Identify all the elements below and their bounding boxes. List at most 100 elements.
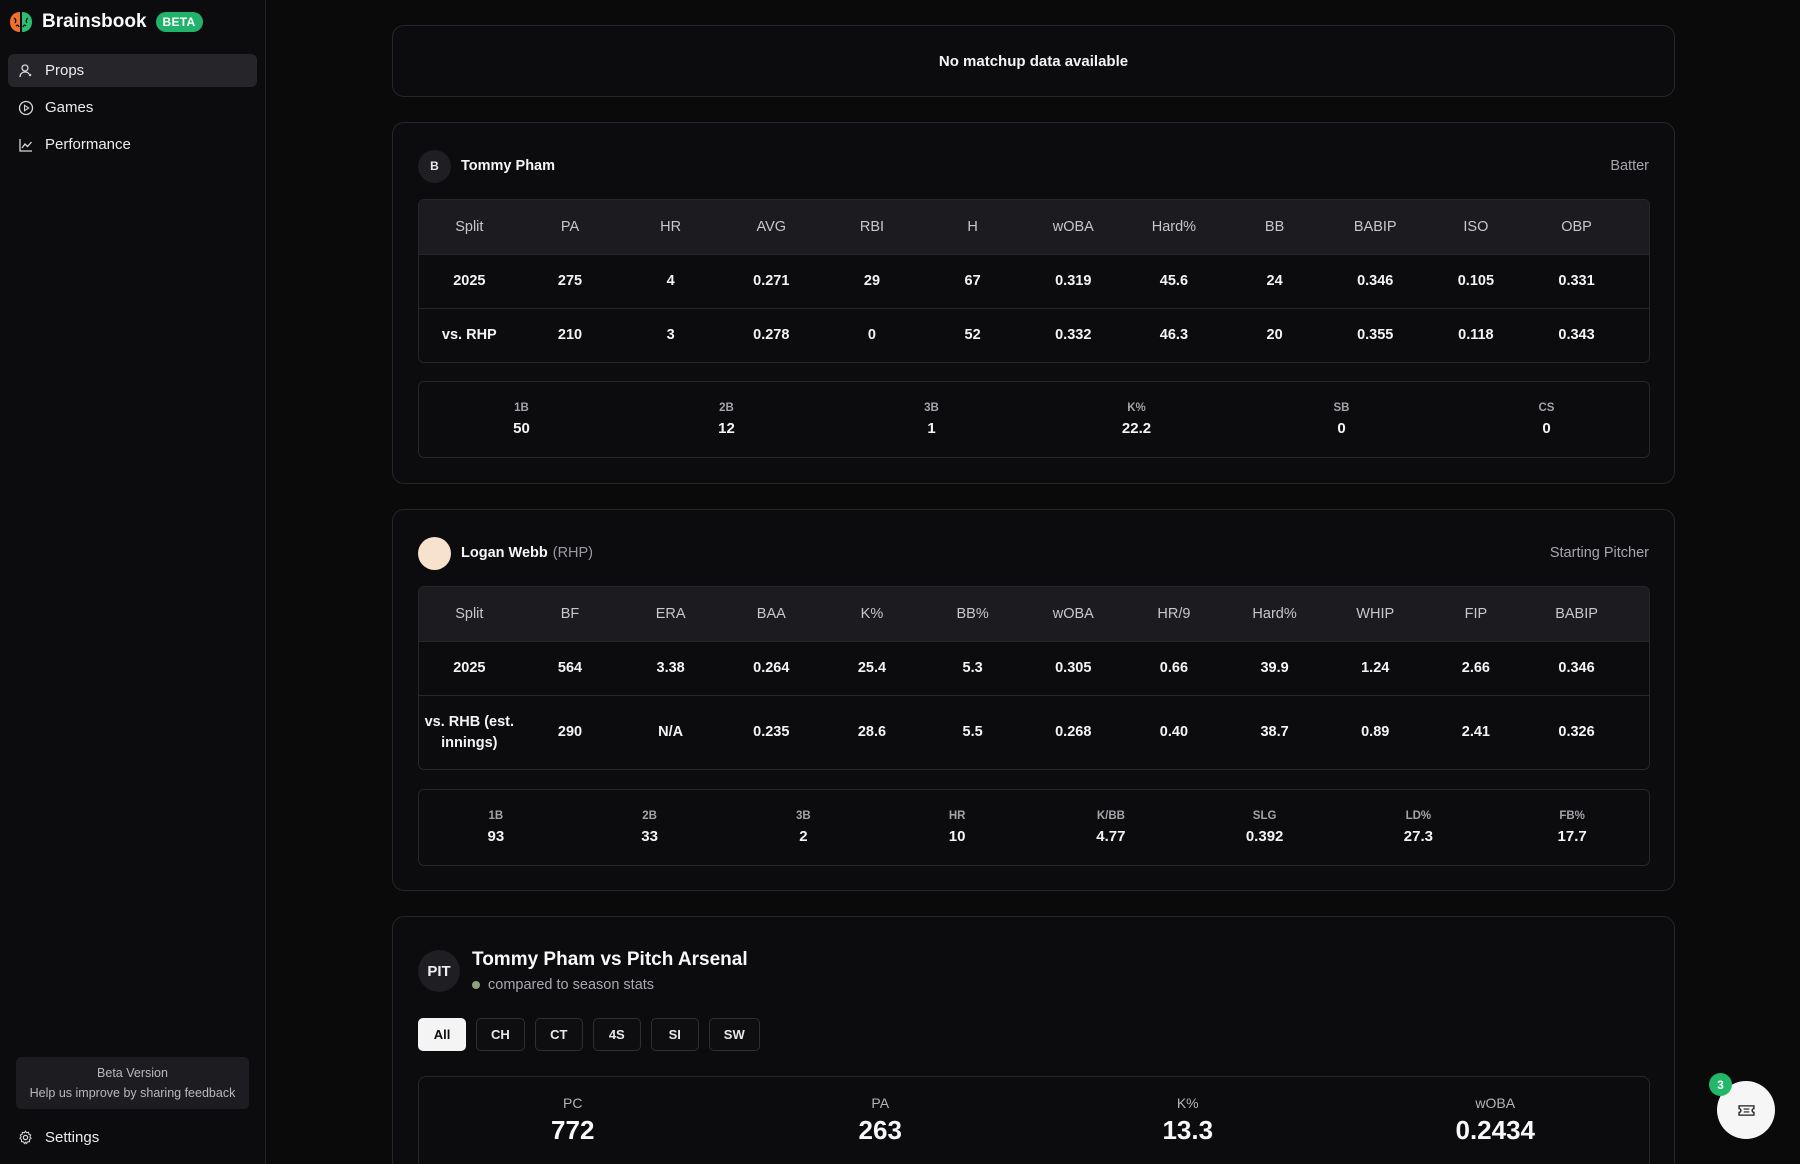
extra-stat-value: 1	[927, 420, 936, 437]
column-header[interactable]: AVG	[721, 217, 822, 238]
table-cell: 4	[666, 273, 675, 289]
batter-avatar: B	[418, 149, 451, 183]
tab-ct[interactable]: CT	[534, 1018, 583, 1051]
summary-stat: PA 263	[727, 1095, 1035, 1164]
column-header[interactable]: BABIP	[1526, 604, 1627, 625]
brand[interactable]: Brainsbook BETA	[0, 0, 265, 44]
column-header[interactable]: BB%	[922, 604, 1023, 625]
table-cell: 3	[666, 327, 675, 343]
column-header[interactable]: K%	[822, 604, 923, 625]
play-circle-icon	[18, 100, 34, 116]
column-header[interactable]: wOBA	[1023, 217, 1124, 238]
settings-link[interactable]: Settings	[18, 1129, 99, 1146]
sidebar-item-props[interactable]: Props	[8, 54, 257, 87]
table-cell: 3.38	[656, 660, 685, 676]
table-cell: 2.66	[1461, 660, 1490, 676]
tab-sw[interactable]: SW	[708, 1018, 760, 1051]
summary-stat-value: 772	[551, 1115, 595, 1145]
extra-stat: HR 10	[880, 810, 1034, 845]
tab-all[interactable]: All	[418, 1018, 466, 1051]
pitcher-name[interactable]: Logan Webb	[461, 545, 548, 561]
table-row: vs. RHB (est. innings) 290 N/A 0.235 28.…	[419, 695, 1649, 769]
extra-stat: FB% 17.7	[1495, 810, 1649, 845]
sidebar-item-performance[interactable]: Performance	[8, 128, 257, 161]
arsenal-summary-stats: PC 772 PA 263 K% 13.3 wOBA 0.2434	[418, 1076, 1650, 1164]
table-cell: 2025	[453, 660, 486, 676]
table-cell: 45.6	[1159, 273, 1189, 289]
tab-4s[interactable]: 4S	[592, 1018, 641, 1051]
table-cell: vs. RHB (est. innings)	[424, 713, 515, 751]
column-header[interactable]: OBP	[1526, 217, 1627, 238]
betslip-count-badge: 3	[1709, 1073, 1732, 1096]
extra-stat-value: 33	[641, 828, 658, 845]
extra-stat-label: 1B	[514, 402, 529, 414]
extra-stat-value: 17.7	[1557, 828, 1587, 845]
tab-ch[interactable]: CH	[476, 1018, 525, 1051]
column-header[interactable]: Split	[419, 604, 520, 625]
column-header[interactable]: HR/9	[1124, 604, 1225, 625]
beta-feedback-box[interactable]: Beta Version Help us improve by sharing …	[16, 1057, 249, 1109]
table-cell: 564	[557, 660, 583, 676]
table-cell: 0.346	[1357, 273, 1394, 289]
column-header[interactable]: BF	[520, 604, 621, 625]
app-root: Brainsbook BETA Props Games Performance …	[0, 0, 1800, 1164]
extra-stat-value: 22.2	[1121, 420, 1152, 437]
table-cell: 2025	[453, 273, 486, 289]
batter-header: B Tommy Pham Batter	[418, 149, 1649, 183]
table-cell: 46.3	[1159, 327, 1189, 343]
table-cell: 0.331	[1558, 273, 1595, 289]
extra-stat-label: 2B	[719, 402, 734, 414]
table-header-row: Split PA HR AVG RBI H wOBA Hard% BB BABI…	[419, 200, 1649, 254]
table-cell: 28.6	[857, 724, 887, 740]
batter-name[interactable]: Tommy Pham	[461, 158, 555, 174]
table-cell: 29	[863, 273, 881, 289]
column-header[interactable]: FIP	[1426, 604, 1527, 625]
user-icon	[18, 63, 34, 79]
table-cell: 5.5	[962, 724, 983, 740]
extra-stat-value: 4.77	[1096, 828, 1126, 845]
batter-card: B Tommy Pham Batter Split PA HR AVG RBI …	[392, 122, 1675, 484]
table-cell: 0.40	[1159, 724, 1189, 740]
table-cell: 67	[964, 273, 981, 289]
table-cell: 39.9	[1260, 660, 1289, 676]
column-header[interactable]: BB	[1224, 217, 1325, 238]
extra-stat-value: 12	[718, 420, 735, 437]
table-row: 2025 564 3.38 0.264 25.4 5.3 0.305 0.66 …	[419, 641, 1649, 695]
summary-stat-value: 263	[858, 1115, 902, 1145]
sidebar-item-label: Performance	[45, 136, 131, 153]
summary-stat-value: 13.3	[1162, 1115, 1214, 1145]
column-header[interactable]: RBI	[822, 217, 923, 238]
extra-stat-label: SB	[1333, 402, 1350, 414]
extra-stat-value: 0	[1337, 420, 1346, 437]
sidebar-item-games[interactable]: Games	[8, 91, 257, 124]
beta-text: Help us improve by sharing feedback	[29, 1086, 236, 1100]
column-header[interactable]: ERA	[620, 604, 721, 625]
extra-stat-label: K/BB	[1096, 810, 1125, 822]
table-cell: 0.268	[1055, 724, 1092, 740]
column-header[interactable]: wOBA	[1023, 604, 1124, 625]
batter-role: Batter	[1610, 158, 1649, 174]
extra-stat-value: 27.3	[1403, 828, 1433, 845]
column-header[interactable]: BAA	[721, 604, 822, 625]
column-header[interactable]: Hard%	[1224, 604, 1325, 625]
column-header[interactable]: H	[922, 217, 1023, 238]
summary-stat-label: K%	[1176, 1095, 1199, 1111]
table-cell: 0.346	[1558, 660, 1595, 676]
arsenal-subtitle-text: compared to season stats	[488, 977, 655, 993]
column-header[interactable]: PA	[520, 217, 621, 238]
column-header[interactable]: WHIP	[1325, 604, 1426, 625]
table-cell: 0.305	[1055, 660, 1092, 676]
pitch-type-tabs: All CH CT 4S SI SW	[418, 1018, 770, 1051]
extra-stat-value: 10	[948, 828, 966, 845]
column-header[interactable]: BABIP	[1325, 217, 1426, 238]
column-header[interactable]: HR	[620, 217, 721, 238]
pitcher-hand: (RHP)	[552, 545, 594, 561]
matchup-card: No matchup data available	[392, 25, 1675, 97]
column-header[interactable]: ISO	[1426, 217, 1527, 238]
table-cell: N/A	[658, 724, 684, 740]
extra-stat-label: 3B	[796, 810, 811, 822]
column-header[interactable]: Split	[419, 217, 520, 238]
column-header[interactable]: Hard%	[1124, 217, 1225, 238]
table-row: 2025 275 4 0.271 29 67 0.319 45.6 24 0.3…	[419, 254, 1649, 308]
tab-si[interactable]: SI	[650, 1018, 699, 1051]
